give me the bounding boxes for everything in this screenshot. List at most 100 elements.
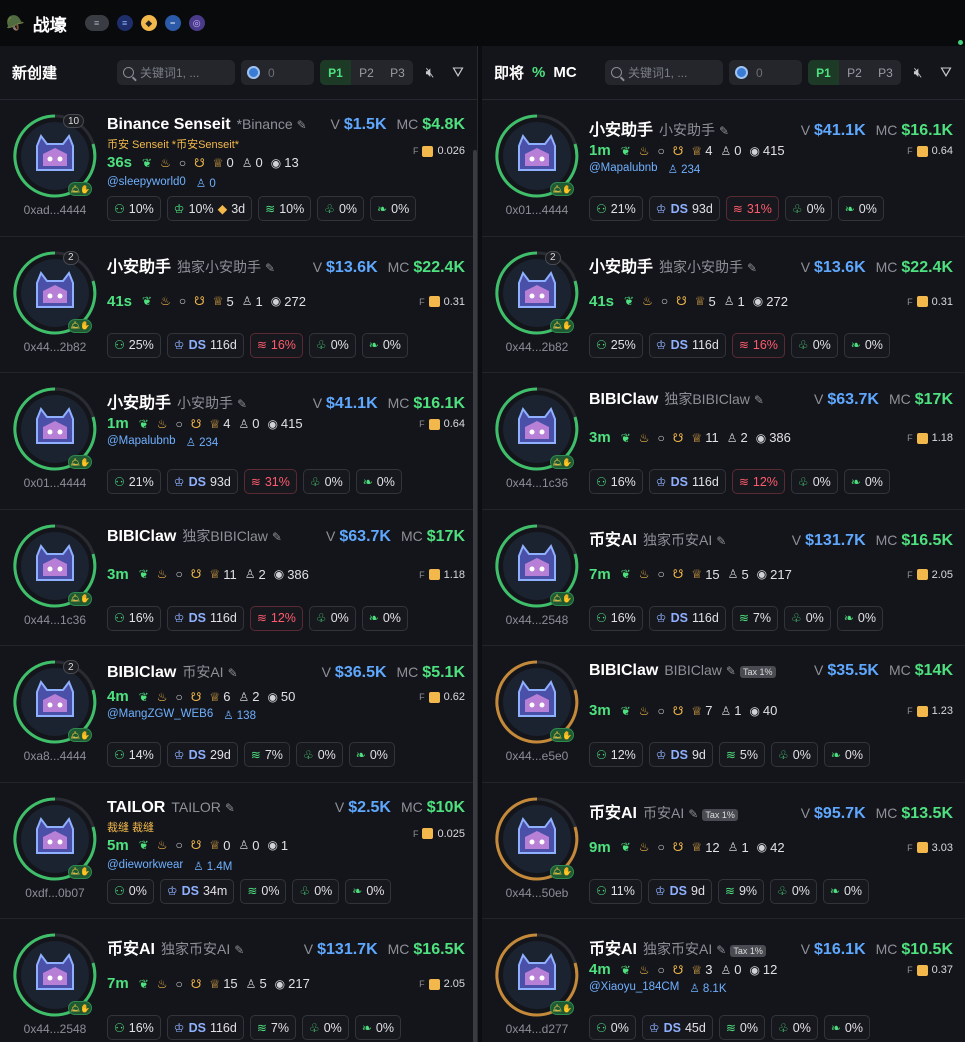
token-avatar[interactable]: 2 🛎✋ — [13, 250, 97, 335]
twitter-handle[interactable]: @Mapalubnb — [589, 162, 658, 176]
insider-chip[interactable]: ⚇ 12% — [589, 742, 643, 767]
token-card[interactable]: 🛎✋ 0x44...1c36 BIBIClaw 独家BIBIClaw ✎ V $63.7K M… — [482, 373, 965, 510]
ds-chip[interactable]: ♔ DS 116d — [648, 332, 726, 358]
amount-input[interactable]: 0 — [729, 60, 802, 85]
search-icon[interactable]: ○ — [176, 417, 183, 431]
token-card[interactable]: 🛎✋ 0x44...50eb 币安AI 币安AI ✎ Tax 1% V $95.7K MC $13… — [482, 783, 965, 919]
bundler-chip[interactable]: ❧ 0% — [823, 742, 870, 767]
ds-chip[interactable]: ♔ DS 29d — [166, 742, 238, 767]
insider-chip[interactable]: ⚇ 0% — [107, 878, 154, 904]
contract-address[interactable]: 0x01...4444 — [482, 203, 592, 217]
ds-chip[interactable]: ♔ DS 93d — [166, 469, 238, 494]
insider-chip[interactable]: ⚇ 14% — [107, 742, 161, 767]
search-icon[interactable]: ○ — [658, 840, 665, 854]
tab-p2[interactable]: P2 — [351, 60, 382, 85]
token-avatar[interactable]: 🛎✋ — [495, 523, 579, 608]
insider-chip[interactable]: ⚇ 25% — [589, 332, 643, 358]
edit-icon[interactable]: ✎ — [719, 124, 729, 138]
contract-address[interactable]: 0x44...2548 — [482, 613, 592, 627]
contract-address[interactable]: 0x44...2b82 — [482, 340, 592, 354]
tab-p2[interactable]: P2 — [839, 60, 870, 85]
sniper-chip[interactable]: ♧ 0% — [308, 332, 356, 358]
ds-chip[interactable]: ♔ DS 116d — [166, 332, 244, 358]
base-chain-icon[interactable]: − — [164, 15, 181, 31]
token-avatar[interactable]: 🛎✋ — [495, 933, 579, 1017]
sniper-chip[interactable]: ♧ 0% — [790, 332, 838, 358]
amount-input[interactable]: 0 — [241, 60, 314, 85]
bundler-chip[interactable]: ❧ 0% — [361, 332, 408, 358]
tab-p1[interactable]: P1 — [320, 60, 351, 85]
sniper-chip[interactable]: ♧ 0% — [770, 878, 817, 904]
twitter-handle[interactable]: @dieworkwear — [107, 859, 183, 873]
mc-sort[interactable]: MC — [553, 64, 576, 81]
filter-icon[interactable]: ⛛ — [447, 62, 469, 84]
sniper-chip[interactable]: ♧ 0% — [295, 742, 343, 767]
contract-address[interactable]: 0x01...4444 — [0, 476, 110, 490]
contract-address[interactable]: 0x44...e5e0 — [482, 749, 592, 763]
insider-chip[interactable]: ⚇ 16% — [107, 1015, 161, 1040]
contract-address[interactable]: 0x44...50eb — [482, 886, 592, 900]
search-icon[interactable]: ○ — [658, 704, 665, 718]
ds-chip[interactable]: ♔ DS 116d — [648, 605, 726, 631]
insider-chip[interactable]: ⚇ 21% — [589, 196, 643, 221]
ds-chip[interactable]: ♔ DS 93d — [648, 196, 720, 221]
bundler-chip[interactable]: ❧ 0% — [822, 878, 870, 904]
edit-icon[interactable]: ✎ — [716, 534, 726, 548]
chain-toggle-icon[interactable]: ≡ — [84, 15, 109, 31]
edit-icon[interactable]: ✎ — [272, 530, 282, 544]
twitter-handle[interactable]: @Xiaoyu_184CM — [589, 981, 679, 995]
scrollbar[interactable] — [473, 150, 477, 1042]
bundler-chip[interactable]: ❧ 0% — [354, 1015, 401, 1040]
token-avatar[interactable]: 2 🛎✋ — [495, 250, 579, 335]
bundle-chip[interactable]: ≋ 7% — [249, 1015, 296, 1040]
search-icon[interactable]: ○ — [658, 431, 665, 445]
ds-chip[interactable]: ♔ DS 9d — [648, 742, 713, 767]
token-card[interactable]: 🛎✋ 0x01...4444 小安助手 小安助手 ✎ V $41.1K MC $16.1K 1m ❦… — [0, 373, 477, 510]
edit-icon[interactable]: ✎ — [716, 943, 726, 957]
ds-chip[interactable]: ♔ DS 45d — [641, 1015, 713, 1040]
insider-chip[interactable]: ⚇ 16% — [589, 469, 643, 494]
twitter-handle[interactable]: @sleepyworld0 — [107, 176, 186, 190]
bundle-chip[interactable]: ≋ 12% — [731, 469, 785, 494]
bundle-chip[interactable]: ≋ 9% — [717, 878, 765, 904]
insider-chip[interactable]: ⚇ 11% — [589, 878, 642, 904]
edit-icon[interactable]: ✎ — [228, 666, 238, 680]
filter-icon[interactable]: ⛛ — [935, 62, 957, 84]
solana-chain-icon[interactable]: ≡ — [116, 15, 133, 31]
token-card[interactable]: 🛎✋ 0x44...2548 币安AI 独家币安AI ✎ V $131.7K MC $16.5K… — [0, 919, 477, 1042]
bundler-chip[interactable]: ❧ 0% — [355, 469, 402, 494]
tab-p3[interactable]: P3 — [382, 60, 413, 85]
contract-address[interactable]: 0xad...4444 — [0, 203, 110, 217]
contract-address[interactable]: 0x44...1c36 — [482, 476, 592, 490]
edit-icon[interactable]: ✎ — [688, 807, 698, 821]
edit-icon[interactable]: ✎ — [747, 261, 757, 275]
percent-sort[interactable]: % — [532, 64, 545, 81]
token-card[interactable]: 2 🛎✋ 0x44...2b82 小安助手 独家小安助手 ✎ V $13.6K MC $22.4K… — [0, 237, 477, 373]
token-avatar[interactable]: 2 🛎✋ — [13, 660, 97, 744]
twitter-handle[interactable]: @Mapalubnb — [107, 435, 176, 449]
contract-address[interactable]: 0x44...2b82 — [0, 340, 110, 354]
bnb-chain-icon[interactable]: ◆ — [140, 15, 157, 31]
bundler-chip[interactable]: ❧ 0% — [837, 196, 884, 221]
contract-address[interactable]: 0xdf...0b07 — [0, 886, 110, 900]
ds-chip[interactable]: ♔ DS 9d — [647, 878, 712, 904]
edit-icon[interactable]: ✎ — [265, 261, 275, 275]
search-icon[interactable]: ○ — [658, 144, 665, 158]
search-icon[interactable]: ○ — [179, 156, 186, 170]
edit-icon[interactable]: ✎ — [726, 664, 736, 678]
bundle-chip[interactable]: ≋ 16% — [731, 332, 785, 358]
token-avatar[interactable]: 🛎✋ — [495, 114, 579, 198]
token-card[interactable]: 2 🛎✋ 0xa8...4444 BIBIClaw 币安AI ✎ V $36.5K MC $5.1… — [0, 646, 477, 783]
search-icon[interactable]: ○ — [176, 977, 183, 991]
search-icon[interactable]: ○ — [176, 838, 183, 852]
sniper-chip[interactable]: ♧ 0% — [301, 1015, 349, 1040]
sniper-chip[interactable]: ♧ 0% — [302, 469, 350, 494]
token-avatar[interactable]: 🛎✋ — [13, 933, 97, 1017]
token-card[interactable]: 🛎✋ 0x44...e5e0 BIBIClaw BIBIClaw ✎ Tax 1% V $35… — [482, 646, 965, 783]
search-icon[interactable]: ○ — [658, 567, 665, 581]
monad-chain-icon[interactable]: ◎ — [188, 15, 205, 31]
search-icon[interactable]: ○ — [179, 294, 186, 308]
search-icon[interactable]: ○ — [658, 963, 665, 977]
token-avatar[interactable]: 🛎✋ — [495, 796, 579, 881]
mute-icon[interactable]: 🔇︎ — [419, 62, 441, 84]
